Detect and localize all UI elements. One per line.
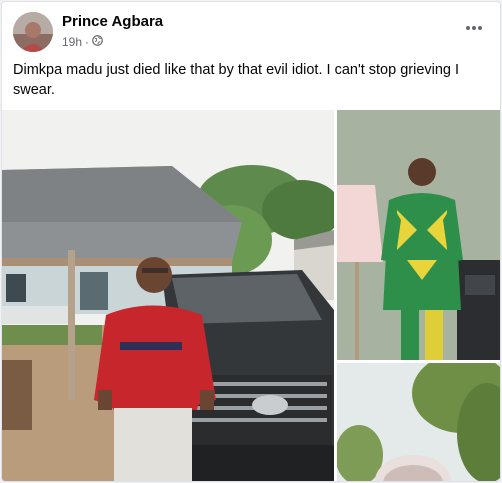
more-horizontal-icon: [466, 26, 482, 30]
author-name[interactable]: Prince Agbara: [62, 13, 163, 30]
photo-grid: [2, 110, 500, 481]
globe-icon: [92, 35, 103, 49]
photo-main[interactable]: [2, 110, 334, 481]
author-avatar[interactable]: [13, 12, 53, 52]
post-meta: 19h ·: [62, 35, 103, 49]
more-options-button[interactable]: [462, 18, 486, 38]
post-card: Prince Agbara 19h · Dimkpa madu just die…: [1, 1, 501, 482]
post-time[interactable]: 19h: [62, 35, 82, 49]
meta-separator: ·: [85, 35, 90, 49]
photo-bottom-right[interactable]: [337, 363, 500, 481]
post-text: Dimkpa madu just died like that by that …: [13, 62, 460, 98]
photo-top-right[interactable]: [337, 110, 500, 360]
post-header: Prince Agbara 19h ·: [13, 12, 490, 54]
